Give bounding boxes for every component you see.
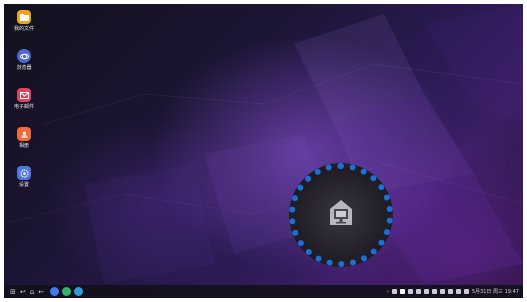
keyboard-icon[interactable] — [447, 289, 453, 294]
clock[interactable]: 5月31日 周三 19:47 — [472, 289, 519, 295]
expand-tray-icon[interactable]: › — [387, 289, 389, 295]
notification-icon[interactable] — [463, 289, 469, 294]
callout-circle — [289, 163, 393, 267]
dex-screen-icon — [326, 198, 356, 232]
battery-icon[interactable] — [439, 289, 445, 294]
desktop-shortcuts: 我的文件 浏览器 电子邮件 相册 设置 — [10, 10, 38, 205]
shortcut-label: 设置 — [18, 182, 29, 188]
shortcut-label: 电子邮件 — [13, 104, 34, 110]
home-button[interactable]: ⌂ — [30, 288, 34, 296]
signal-icon[interactable] — [431, 289, 437, 294]
nav-buttons: ⊞ ↩ ⌂ ← — [4, 288, 44, 296]
settings-icon — [17, 166, 31, 180]
shortcut-label: 相册 — [18, 143, 29, 149]
internet-icon — [17, 49, 31, 63]
shortcut-gallery[interactable]: 相册 — [10, 127, 38, 166]
screenshot-frame: 我的文件 浏览器 电子邮件 相册 设置 ⊞ ↩ ⌂ ← › 5月31日 周三 1… — [0, 0, 527, 302]
tray-status-icon[interactable] — [391, 289, 397, 294]
messages-app-icon[interactable] — [62, 287, 72, 296]
dex-tray-icon[interactable] — [399, 289, 405, 294]
apps-button[interactable]: ⊞ — [10, 288, 16, 296]
highlight-callout — [289, 163, 397, 271]
shortcut-label: 浏览器 — [16, 65, 32, 71]
shortcut-settings[interactable]: 设置 — [10, 166, 38, 205]
system-tray: › 5月31日 周三 19:47 — [387, 285, 519, 298]
folder-icon — [17, 10, 31, 24]
screenshot-icon[interactable] — [415, 289, 421, 294]
bluetooth-icon[interactable] — [407, 289, 413, 294]
gallery-icon — [17, 127, 31, 141]
wifi-icon[interactable] — [423, 289, 429, 294]
desktop-wallpaper: 我的文件 浏览器 电子邮件 相册 设置 — [4, 4, 523, 298]
volume-icon[interactable] — [455, 289, 461, 294]
wallpaper-facets — [4, 4, 523, 284]
taskbar: ⊞ ↩ ⌂ ← › 5月31日 周三 19:47 — [4, 285, 523, 298]
back-button[interactable]: ← — [38, 288, 44, 296]
internet-app-icon[interactable] — [50, 287, 60, 296]
shortcut-email[interactable]: 电子邮件 — [10, 88, 38, 127]
recent-apps-button[interactable]: ↩ — [20, 288, 26, 296]
shortcut-my-files[interactable]: 我的文件 — [10, 10, 38, 49]
shortcut-internet[interactable]: 浏览器 — [10, 49, 38, 88]
shortcut-label: 我的文件 — [13, 26, 34, 32]
email-icon — [17, 88, 31, 102]
contacts-app-icon[interactable] — [74, 287, 84, 296]
pinned-apps — [50, 287, 84, 296]
